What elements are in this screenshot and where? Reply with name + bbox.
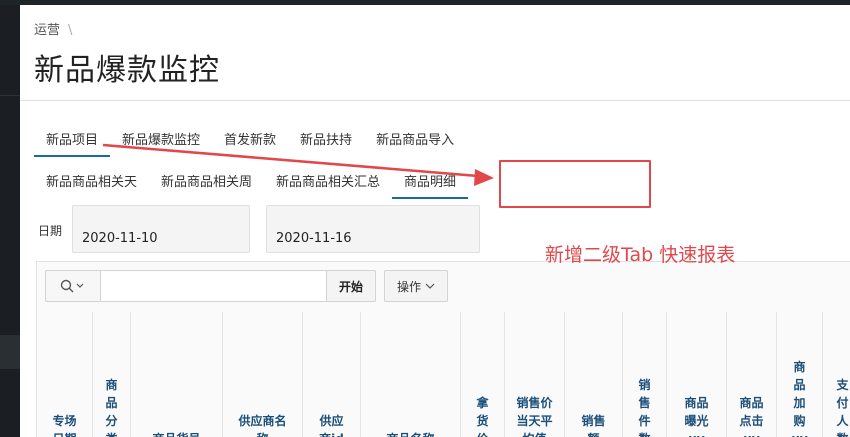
tab-product-daily[interactable]: 新品商品相关天 [34,165,149,199]
search-column-menu[interactable] [45,270,101,302]
tab-new-product-import[interactable]: 新品商品导入 [364,123,466,157]
tab-product-summary[interactable]: 新品商品相关汇总 [264,165,392,199]
search-input[interactable] [101,270,327,302]
column-header[interactable]: 商品点击uv [727,312,777,437]
date-to-field[interactable]: 2020-11-16 [266,205,480,253]
column-header[interactable]: 商品货号 [131,312,223,437]
column-header[interactable]: 供应商名称 [223,312,303,437]
column-header-label: 商品曝光uv [684,396,709,437]
column-header-label: 专场日期 [52,414,77,437]
column-header[interactable]: 供应商id [303,312,361,437]
tab-new-product-support[interactable]: 新品扶持 [288,123,364,157]
breadcrumb-item[interactable]: 运营 [34,23,60,38]
tab-hot-product-monitor[interactable]: 新品爆款监控 [110,123,212,157]
breadcrumb-separator: \ [68,23,73,38]
actions-label: 操作 [397,279,422,294]
annotation-box [499,160,651,208]
column-header-label: 商品名称 [386,430,434,437]
column-header-label: 销售价当天平均值 [516,396,553,437]
column-header-label: 商品点击uv [739,396,764,437]
column-header-label: 供应商名称 [238,414,287,437]
tabs-level2: 新品商品相关天 新品商品相关周 新品商品相关汇总 商品明细 [34,165,469,199]
column-header-label: 商品加购uv [791,360,807,437]
tab-first-release[interactable]: 首发新款 [212,123,288,157]
column-header[interactable]: 商品加购uv [777,312,823,437]
column-header-label: 商品货号 [152,430,200,437]
column-header-label: 供应商id [319,414,344,437]
column-header-label: 商品分类 [105,378,118,437]
column-header[interactable]: 商品分类 [93,312,131,437]
header-divider [20,100,850,101]
report-toolbar: 开始 操作 [45,270,449,302]
chevron-down-icon [425,283,435,289]
tab-new-product-project[interactable]: 新品项目 [34,123,111,157]
column-header[interactable]: 销售额 [565,312,623,437]
annotation-text: 新增二级Tab 快速报表 [545,244,736,266]
column-header[interactable]: 商品曝光uv [667,312,727,437]
column-header[interactable]: 拿货价 [461,312,505,437]
actions-menu-button[interactable]: 操作 [384,270,449,302]
go-button[interactable]: 开始 [327,270,377,302]
column-header[interactable]: 专场日期 [37,312,93,437]
search-icon [60,279,84,293]
column-header[interactable]: 商品名称 [361,312,461,437]
column-header-label: 支付人数 [836,378,849,437]
tabs-level1: 新品项目 新品爆款监控 首发新款 新品扶持 新品商品导入 [34,123,466,157]
page-title: 新品爆款监控 [34,53,220,88]
tab-product-weekly[interactable]: 新品商品相关周 [149,165,264,199]
report-region: 开始 操作 专场日期 商品分类 商品货号 供应商名称 供应商id 商品名称 拿货… [36,261,850,437]
page-content: 运营 \ 新品爆款监控 新品项目 新品爆款监控 首发新款 新品扶持 新品商品导入 … [20,5,850,437]
column-header-label: 销售件数 [638,378,651,437]
column-header[interactable]: 销售件数 [623,312,667,437]
side-navigation-rail [0,5,20,437]
date-label: 日期 [38,224,63,238]
rail-divider [0,95,20,96]
column-header[interactable]: 支付人数 [823,312,850,437]
column-header-label: 拿货价 [476,396,489,437]
column-header[interactable]: 销售价当天平均值 [505,312,565,437]
date-from-field[interactable]: 2020-11-10 [72,205,250,253]
rail-active-item[interactable] [0,335,20,369]
tab-product-details[interactable]: 商品明细 [392,165,469,199]
column-header-label: 销售额 [581,414,606,437]
breadcrumb: 运营 \ [34,19,72,38]
